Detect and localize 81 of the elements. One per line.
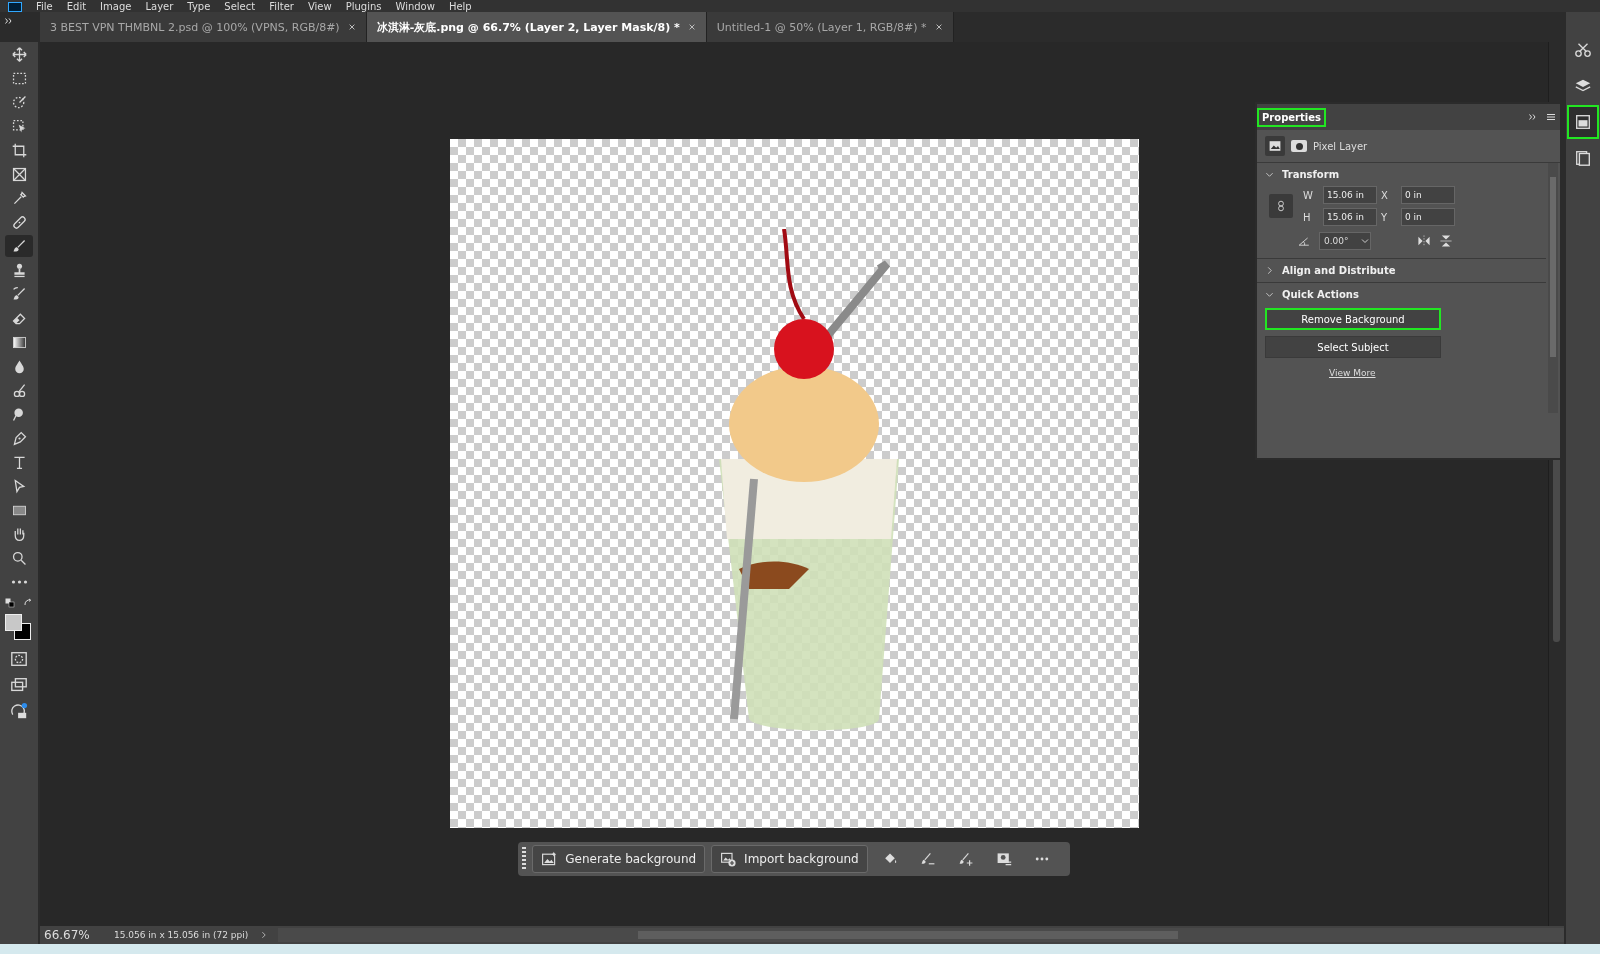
grip-handle[interactable] [522, 847, 527, 871]
zoom-level[interactable]: 66.67% [40, 928, 102, 942]
edit-toolbar-icon[interactable] [10, 702, 28, 720]
angle-icon [1297, 235, 1311, 247]
close-icon[interactable] [687, 23, 696, 31]
menu-item[interactable]: Filter [269, 2, 294, 12]
menu-item[interactable]: Layer [145, 2, 174, 12]
mask-settings-icon[interactable] [995, 851, 1012, 867]
expand-icon[interactable] [4, 16, 14, 26]
menu-item[interactable]: View [307, 2, 332, 12]
menu-item[interactable]: Type [187, 2, 211, 12]
properties-icon [1574, 113, 1592, 131]
pen-icon [10, 429, 28, 447]
move-icon [10, 45, 28, 63]
default-colors-icon[interactable] [5, 598, 15, 608]
chain-link-icon [1275, 199, 1287, 213]
collapse-icon[interactable] [1528, 112, 1538, 122]
input-field[interactable]: 15.06 in [1323, 208, 1377, 226]
view-more-link[interactable]: View More [1329, 368, 1376, 378]
document-tab[interactable]: Untitled-1 @ 50% (Layer 1, RGB/8#) * [706, 12, 954, 42]
menu-item[interactable]: Help [448, 2, 472, 12]
brush-plus-icon[interactable] [957, 851, 974, 867]
field-label: Y [1381, 211, 1389, 223]
field-label: X [1381, 189, 1389, 201]
highlighted-action-button[interactable]: Remove Background [1265, 308, 1441, 330]
link-button[interactable] [1269, 194, 1293, 218]
crop-icon [10, 141, 28, 159]
swap-colors-icon[interactable] [23, 598, 33, 608]
bandage-icon [10, 213, 28, 231]
libraries-icon [1574, 149, 1592, 167]
menu-item[interactable]: Image [100, 2, 132, 12]
document-tab[interactable]: 冰淇淋-灰底.png @ 66.7% (Layer 2, Layer Mask/8) * [366, 12, 707, 42]
document-tab[interactable]: 3 BEST VPN THMBNL 2.psd @ 100% (VPNS, RGB/8#) [40, 12, 367, 42]
section-heading[interactable]: Align and Distribute [1282, 265, 1396, 276]
quick-mask-icon[interactable] [10, 650, 28, 668]
picture-icon [720, 851, 737, 867]
flip-horizontal-icon[interactable] [1417, 234, 1431, 248]
picture-icon [1269, 140, 1281, 152]
field-label: H [1303, 211, 1312, 223]
generate-background-button[interactable]: Generate background [532, 845, 706, 873]
action-button[interactable]: Select Subject [1265, 336, 1441, 358]
import-background-button[interactable]: Import background [711, 845, 868, 873]
menu-item[interactable]: Window [395, 2, 435, 12]
input-field[interactable]: 0 in [1401, 186, 1455, 204]
more-icon [10, 580, 28, 584]
panel-scrollbar[interactable] [1548, 163, 1558, 413]
scissors-icon [1574, 41, 1592, 59]
section-heading[interactable]: Transform [1282, 169, 1340, 180]
input-field[interactable]: 0 in [1401, 208, 1455, 226]
frame-icon [10, 165, 28, 183]
zoom-icon [10, 549, 28, 567]
menu-item[interactable]: Select [224, 2, 256, 12]
picture-icon [541, 851, 558, 867]
menu-item[interactable]: File [36, 2, 53, 12]
angle-dropdown[interactable]: 0.00° [1319, 232, 1371, 250]
app-logo-icon[interactable] [8, 2, 22, 12]
horizontal-scrollbar[interactable] [278, 928, 1564, 942]
chevron-right-icon[interactable] [1265, 266, 1274, 275]
tool-button[interactable] [5, 235, 33, 257]
close-icon[interactable] [347, 23, 356, 31]
close-icon[interactable] [934, 23, 943, 31]
menu-item[interactable]: Edit [66, 2, 87, 12]
panel-dock-button[interactable] [1568, 106, 1598, 138]
chevron-right-icon[interactable] [260, 931, 269, 939]
brush-minus-icon[interactable] [919, 851, 936, 867]
color-swatches-icon[interactable] [5, 614, 31, 640]
panel-tab[interactable]: Properties [1257, 107, 1326, 127]
chevron-down-icon[interactable] [1265, 170, 1274, 179]
menu-icon[interactable] [1546, 112, 1556, 122]
layer-type-label: Pixel Layer [1313, 140, 1368, 152]
section-heading[interactable]: Quick Actions [1282, 289, 1359, 300]
chevron-down-icon [1360, 236, 1370, 246]
input-field[interactable]: 15.06 in [1323, 186, 1377, 204]
document-size: 15.056 in x 15.056 in (72 ppi) [113, 930, 250, 940]
pixel-layer-toggle[interactable] [1265, 136, 1285, 156]
screen-mode-icon[interactable] [10, 676, 28, 694]
layer-mask-toggle[interactable] [1291, 140, 1307, 152]
chevron-down-icon[interactable] [1265, 290, 1274, 299]
menu-item[interactable]: Plugins [345, 2, 382, 12]
flip-vertical-icon[interactable] [1439, 234, 1453, 248]
field-label: W [1303, 189, 1314, 201]
